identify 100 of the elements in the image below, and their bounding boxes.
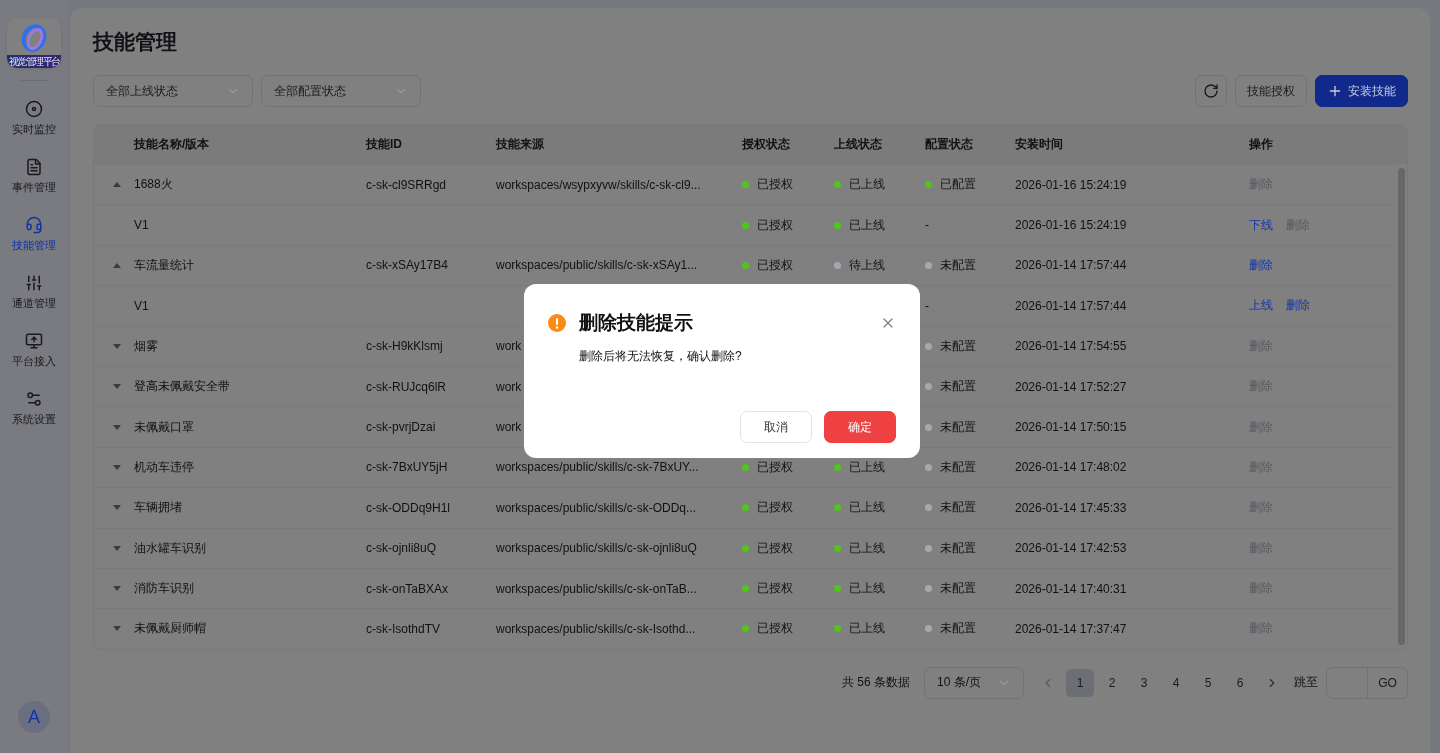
- caret-up-icon[interactable]: [113, 262, 121, 268]
- install-time: 2026-01-16 15:24:19: [1015, 218, 1127, 233]
- nav-icon: [25, 389, 43, 408]
- caret-down-icon[interactable]: [113, 626, 121, 632]
- caret-down-icon[interactable]: [113, 384, 121, 390]
- skill-source: work: [496, 420, 522, 435]
- caret-down-icon[interactable]: [113, 545, 121, 551]
- page-button[interactable]: 4: [1162, 668, 1190, 697]
- status-text: 未配置: [925, 378, 976, 396]
- status-text: 已授权: [742, 176, 793, 194]
- install-time: 2026-01-14 17:40:31: [1015, 581, 1127, 596]
- skill-name: 未佩戴厨师帽: [134, 621, 206, 636]
- dialog-title: 删除技能提示: [579, 311, 694, 335]
- status-text: 未配置: [925, 337, 976, 355]
- skill-name: 机动车违停: [134, 459, 194, 474]
- skill-name: 油水罐车识别: [134, 540, 206, 555]
- page-button[interactable]: 2: [1098, 668, 1126, 697]
- skill-name: 车流量统计: [134, 257, 194, 272]
- nav-icon: [25, 99, 43, 118]
- caret-down-icon[interactable]: [113, 505, 121, 511]
- nav-icon: [25, 331, 43, 350]
- page-button[interactable]: 3: [1130, 668, 1158, 697]
- action-link[interactable]: 删除: [1249, 256, 1273, 274]
- skill-source: workspaces/public/skills/c-sk-ojnli8uQ: [496, 541, 697, 556]
- cancel-button[interactable]: 取消: [740, 411, 812, 443]
- status-text: 未配置: [925, 580, 976, 598]
- status-text: 未配置: [925, 620, 976, 638]
- action-link[interactable]: 上线: [1249, 297, 1273, 315]
- caret-up-icon[interactable]: [113, 182, 121, 188]
- filter-select[interactable]: 全部上线状态: [93, 75, 253, 107]
- status-text: 未配置: [925, 256, 976, 274]
- skill-id: c-sk-7BxUY5jH: [366, 460, 448, 475]
- sidebar-item[interactable]: 系统设置: [2, 379, 66, 437]
- install-time: 2026-01-16 15:24:19: [1015, 177, 1127, 192]
- skill-name: 登高未佩戴安全带: [134, 379, 230, 394]
- skill-name: V1: [134, 218, 149, 233]
- page-button[interactable]: 5: [1194, 668, 1222, 697]
- sidebar-item[interactable]: 实时监控: [2, 89, 66, 147]
- column-header: 技能名称/版本: [133, 136, 211, 153]
- skill-name: 烟雾: [134, 338, 158, 353]
- action-link[interactable]: 删除: [1286, 297, 1310, 315]
- column-header: 操作: [1248, 136, 1274, 153]
- page-size-select[interactable]: 10 条/页: [924, 666, 1024, 699]
- confirm-button[interactable]: 确定: [824, 411, 896, 443]
- skill-source: workspaces/public/skills/c-sk-onTaB...: [496, 581, 697, 596]
- skill-id: c-sk-IsothdTV: [366, 622, 440, 636]
- column-header: 技能来源: [495, 136, 545, 153]
- skill-name: 车辆拥堵: [134, 500, 182, 515]
- skill-id: c-sk-RUJcq6lR: [366, 379, 446, 394]
- skill-source: work: [496, 339, 522, 354]
- caret-down-icon[interactable]: [113, 424, 121, 430]
- dialog-message: 删除后将无法恢复，确认删除?: [579, 348, 743, 365]
- skill-name: 消防车识别: [134, 581, 194, 596]
- install-time: 2026-01-14 17:54:55: [1015, 339, 1127, 354]
- user-avatar[interactable]: A: [18, 701, 50, 733]
- status-text: 已上线: [834, 499, 885, 517]
- skill-name: V1: [134, 298, 149, 313]
- scrollbar[interactable]: [1397, 168, 1405, 645]
- warning-icon: [548, 314, 566, 332]
- caret-down-icon[interactable]: [113, 464, 121, 470]
- sidebar-item[interactable]: 技能管理: [2, 205, 66, 263]
- install-time: 2026-01-14 17:45:33: [1015, 500, 1127, 515]
- status-text: 已授权: [742, 256, 793, 274]
- column-header: 上线状态: [833, 136, 883, 153]
- status-text: 已上线: [834, 458, 885, 476]
- refresh-icon: [1203, 83, 1219, 99]
- jump-label: 跳至: [1294, 674, 1318, 692]
- sidebar-item[interactable]: 平台接入: [2, 321, 66, 379]
- page-button[interactable]: 6: [1226, 668, 1254, 697]
- authorize-button[interactable]: 技能授权: [1235, 75, 1307, 107]
- filter-select[interactable]: 全部配置状态: [261, 75, 421, 107]
- status-text: 已授权: [742, 458, 793, 476]
- install-time: 2026-01-14 17:37:47: [1015, 622, 1127, 636]
- status-text: 已授权: [742, 580, 793, 598]
- install-time: 2026-01-14 17:52:27: [1015, 379, 1127, 394]
- sidebar-item[interactable]: 事件管理: [2, 147, 66, 205]
- page-button[interactable]: 1: [1066, 668, 1094, 697]
- install-time: 2026-01-14 17:57:44: [1015, 258, 1127, 273]
- status-text: 已上线: [834, 620, 885, 638]
- sidebar-item[interactable]: 通道管理: [2, 263, 66, 321]
- nav-icon: [25, 157, 43, 176]
- skill-source: workspaces/wsypxyvw/skills/c-sk-cl9...: [496, 177, 701, 192]
- skill-name: 1688火: [134, 177, 173, 192]
- status-text: 已授权: [742, 539, 793, 557]
- skill-id: c-sk-pvrjDzai: [366, 420, 436, 435]
- caret-down-icon[interactable]: [113, 343, 121, 349]
- page-title: 技能管理: [93, 30, 178, 54]
- status-text: -: [925, 298, 929, 313]
- skill-source: work: [496, 379, 522, 394]
- go-button[interactable]: GO: [1368, 666, 1408, 699]
- status-text: 待上线: [834, 256, 885, 274]
- install-button[interactable]: 安装技能: [1315, 75, 1408, 107]
- caret-down-icon[interactable]: [113, 586, 121, 592]
- refresh-button[interactable]: [1195, 75, 1227, 107]
- action-link[interactable]: 下线: [1249, 216, 1273, 234]
- column-header: 安装时间: [1014, 136, 1064, 153]
- status-text: 已配置: [925, 176, 976, 194]
- column-header: 配置状态: [924, 136, 974, 153]
- status-text: 未配置: [925, 458, 976, 476]
- skill-id: c-sk-onTaBXAx: [366, 581, 449, 596]
